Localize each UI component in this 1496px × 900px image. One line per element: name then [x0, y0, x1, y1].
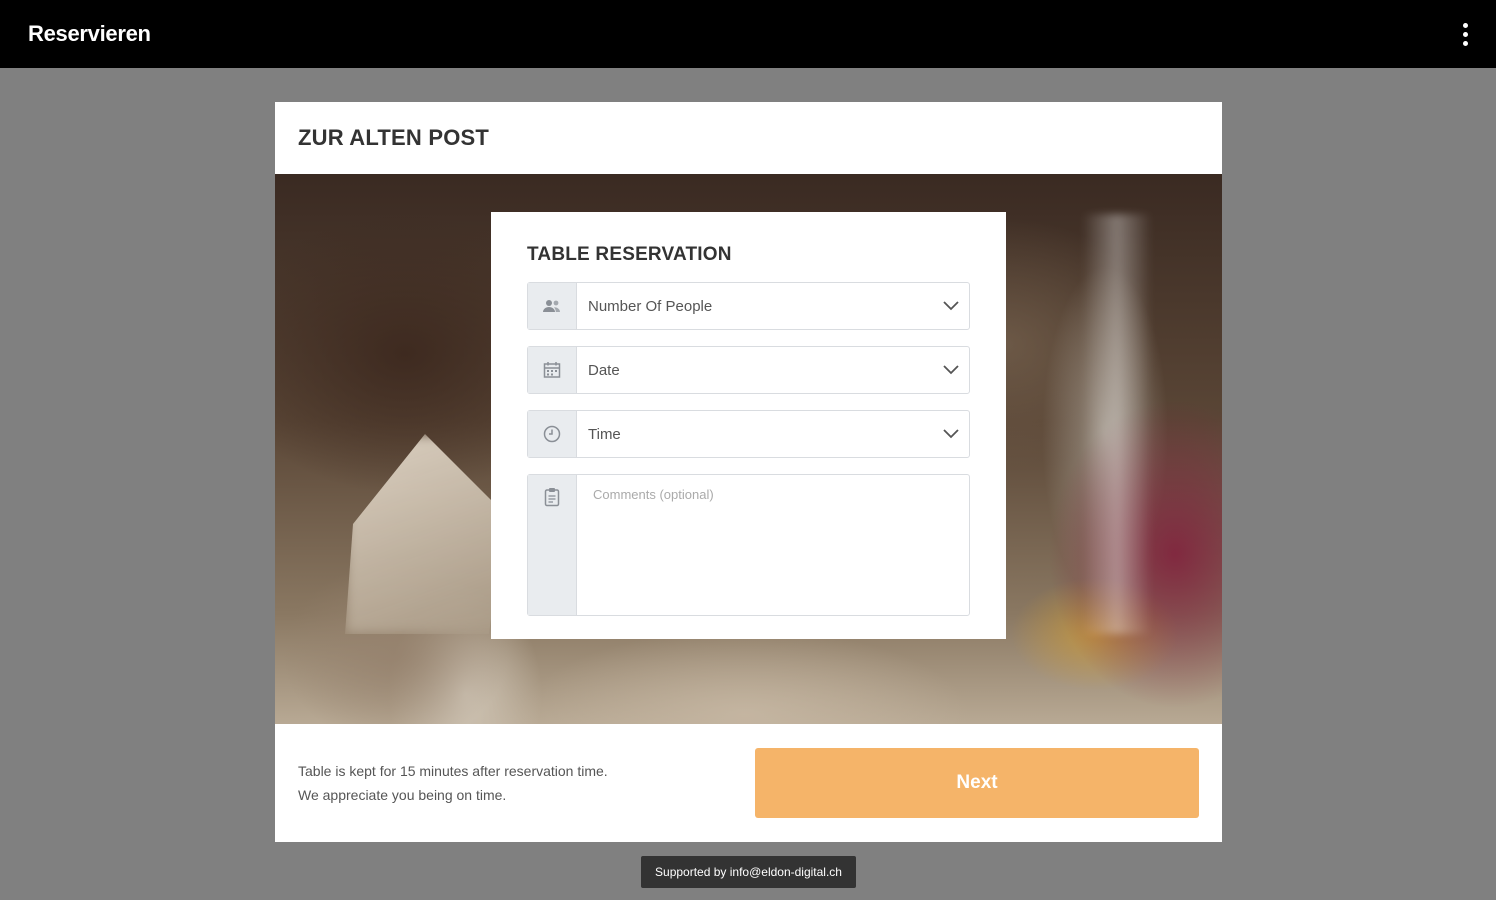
hero-image: TABLE RESERVATION Number Of People Date … — [275, 174, 1222, 724]
restaurant-name: ZUR ALTEN POST — [298, 125, 490, 150]
notice-line-2: We appreciate you being on time. — [298, 787, 507, 803]
chevron-down-icon — [943, 365, 959, 375]
notice-line-1: Table is kept for 15 minutes after reser… — [298, 763, 608, 779]
date-select-value: Date — [588, 361, 620, 379]
time-select-value: Time — [588, 425, 621, 443]
calendar-icon — [528, 347, 577, 393]
people-select[interactable]: Number Of People — [527, 282, 970, 330]
card-footer: Table is kept for 15 minutes after reser… — [275, 724, 1222, 842]
comments-input[interactable] — [577, 475, 969, 615]
people-icon — [528, 283, 577, 329]
form-title: TABLE RESERVATION — [527, 244, 732, 265]
app-bar: Reservieren — [0, 0, 1496, 68]
support-badge[interactable]: Supported by info@eldon-digital.ch — [641, 856, 856, 888]
reservation-notice: Table is kept for 15 minutes after reser… — [298, 759, 608, 807]
reservation-form: TABLE RESERVATION Number Of People Date … — [491, 212, 1006, 639]
more-vertical-icon[interactable] — [1457, 19, 1474, 50]
hero-glass — [1082, 214, 1152, 634]
chevron-down-icon — [943, 429, 959, 439]
next-button[interactable]: Next — [755, 748, 1199, 818]
people-select-value: Number Of People — [588, 297, 713, 315]
reservation-card: ZUR ALTEN POST TABLE RESERVATION Number … — [275, 102, 1222, 842]
chevron-down-icon — [943, 301, 959, 311]
comments-field[interactable] — [527, 474, 970, 616]
date-select[interactable]: Date — [527, 346, 970, 394]
clipboard-icon — [528, 475, 577, 615]
app-title: Reservieren — [28, 21, 151, 46]
card-header: ZUR ALTEN POST — [275, 102, 1222, 174]
time-select[interactable]: Time — [527, 410, 970, 458]
clock-icon — [528, 411, 577, 457]
hero-napkin — [345, 434, 505, 634]
